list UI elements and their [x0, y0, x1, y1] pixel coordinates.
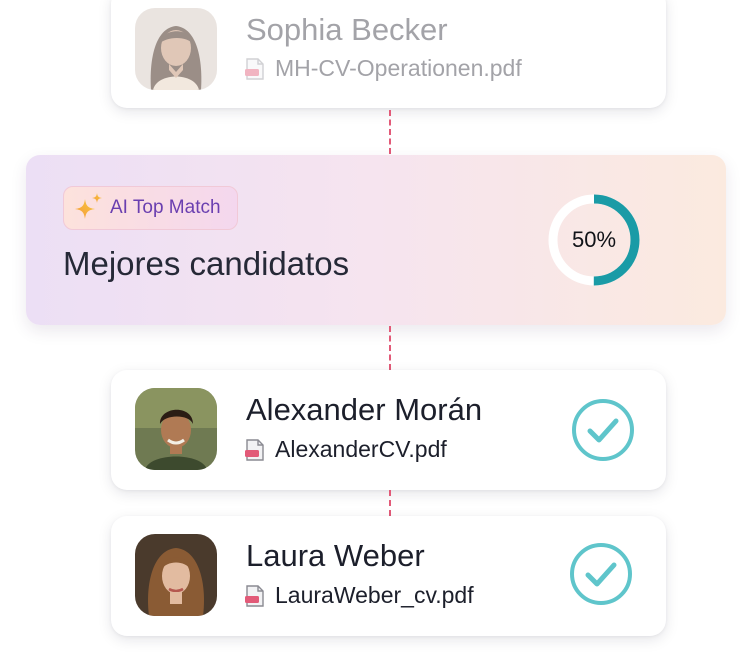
avatar: [135, 534, 217, 616]
candidate-file[interactable]: LauraWeber_cv.pdf: [245, 582, 474, 609]
pdf-file-icon: [245, 584, 265, 607]
candidate-card-laura[interactable]: Laura Weber LauraWeber_cv.pdf: [111, 516, 666, 636]
avatar: [135, 8, 217, 90]
progress-label: 50%: [571, 227, 617, 252]
person-photo-icon: [135, 534, 217, 616]
candidate-file[interactable]: AlexanderCV.pdf: [245, 436, 447, 463]
pdf-file-icon: [245, 57, 265, 80]
file-name: LauraWeber_cv.pdf: [275, 582, 474, 608]
ai-top-match-badge: AI Top Match: [63, 186, 238, 230]
badge-label: AI Top Match: [110, 197, 221, 218]
candidate-name: Sophia Becker: [246, 12, 448, 47]
person-photo-icon: [135, 388, 217, 470]
match-progress-ring: 50%: [547, 193, 641, 287]
connector-line: [389, 110, 391, 154]
candidate-card-sophia[interactable]: Sophia Becker MH-CV-Operationen.pdf: [111, 0, 666, 108]
file-name: AlexanderCV.pdf: [275, 436, 447, 462]
candidate-name: Alexander Morán: [246, 392, 483, 427]
candidate-match-flow: Sophia Becker MH-CV-Operationen.pdf AI T…: [0, 0, 753, 671]
panel-title: Mejores candidatos: [63, 245, 350, 282]
ai-top-match-panel: AI Top Match Mejores candidatos 50%: [26, 155, 726, 325]
candidate-card-alexander[interactable]: Alexander Morán AlexanderCV.pdf: [111, 370, 666, 490]
check-circle-icon: [569, 542, 633, 606]
candidate-file[interactable]: MH-CV-Operationen.pdf: [245, 55, 522, 82]
person-photo-icon: [135, 8, 217, 90]
candidate-name: Laura Weber: [246, 538, 425, 573]
pdf-file-icon: [245, 438, 265, 461]
sparkles-icon: [74, 191, 104, 226]
connector-line: [389, 326, 391, 370]
avatar: [135, 388, 217, 470]
connector-line: [389, 490, 391, 516]
file-name: MH-CV-Operationen.pdf: [275, 55, 522, 81]
check-circle-icon: [571, 398, 635, 462]
